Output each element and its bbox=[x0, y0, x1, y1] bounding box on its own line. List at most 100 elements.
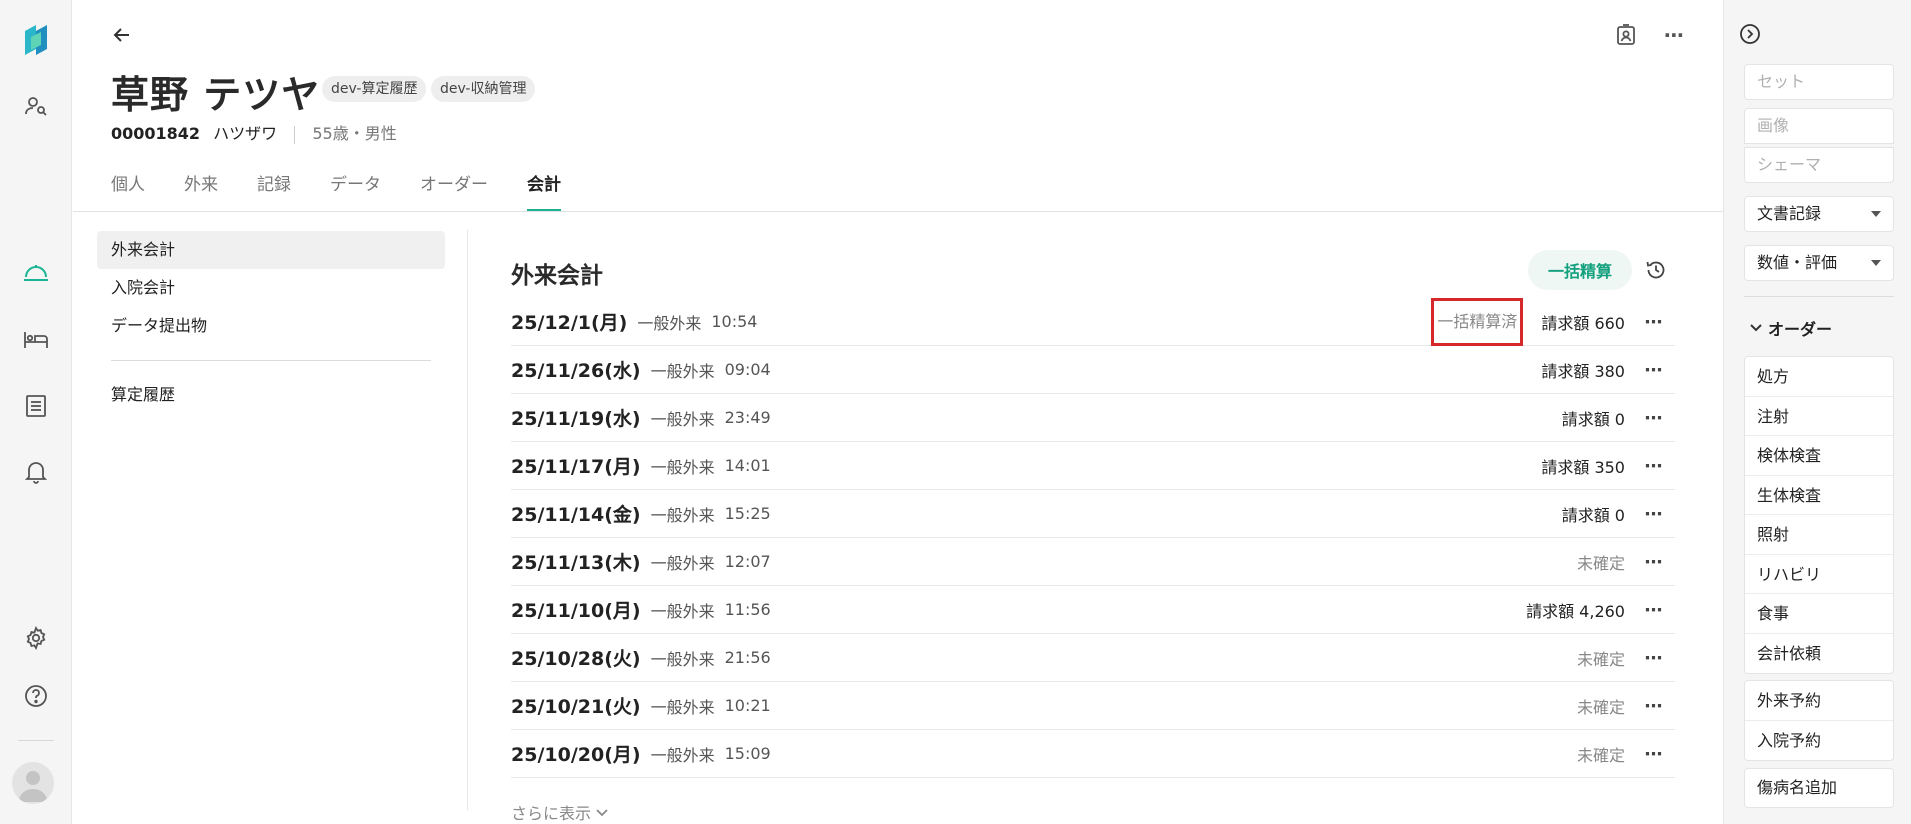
order-physiological-test[interactable]: 生体検査 bbox=[1745, 476, 1893, 515]
billing-amount: 請求額 380 bbox=[1541, 362, 1625, 381]
history-icon[interactable] bbox=[1641, 255, 1671, 285]
visit-time: 09:04 bbox=[724, 360, 771, 379]
tab-personal[interactable]: 個人 bbox=[111, 170, 145, 212]
visit-row[interactable]: 25/10/28(火) 一般外来 21:56 未確定 ⋯ bbox=[511, 634, 1675, 682]
row-more-icon[interactable]: ⋯ bbox=[1641, 550, 1665, 574]
reception-icon[interactable] bbox=[18, 254, 54, 290]
more-options-icon[interactable]: ⋯ bbox=[1659, 20, 1689, 50]
billing-amount: 請求額 350 bbox=[1541, 458, 1625, 477]
schema-button[interactable]: シェーマ bbox=[1744, 147, 1894, 183]
visit-type: 一般外来 bbox=[650, 553, 715, 573]
row-more-icon[interactable]: ⋯ bbox=[1641, 646, 1665, 670]
inpatient-reservation[interactable]: 入院予約 bbox=[1745, 721, 1893, 761]
tab-underline-divider bbox=[73, 211, 1723, 212]
order-list: 処方 注射 検体検査 生体検査 照射 リハビリ 食事 会計依頼 bbox=[1744, 356, 1894, 674]
order-irradiation[interactable]: 照射 bbox=[1745, 515, 1893, 555]
tab-order[interactable]: オーダー bbox=[420, 170, 488, 212]
row-more-icon[interactable]: ⋯ bbox=[1641, 358, 1665, 382]
subnav-inpatient-accounting[interactable]: 入院会計 bbox=[97, 269, 445, 307]
visit-date: 25/10/21(火) bbox=[511, 696, 641, 718]
reservation-list: 外来予約 入院予約 bbox=[1744, 680, 1894, 761]
billing-amount: 請求額 0 bbox=[1561, 410, 1625, 429]
visit-row[interactable]: 25/12/1(月) 一般外来 10:54 一括精算済 請求額 660 ⋯ bbox=[511, 298, 1675, 346]
order-injection[interactable]: 注射 bbox=[1745, 397, 1893, 436]
patient-tag-1: dev-算定履歴 bbox=[322, 76, 427, 102]
tab-records[interactable]: 記録 bbox=[257, 170, 291, 212]
visit-row[interactable]: 25/11/19(水) 一般外来 23:49 請求額 0 ⋯ bbox=[511, 394, 1675, 442]
patient-kana: ハツザワ bbox=[213, 124, 278, 143]
visit-row[interactable]: 25/11/10(月) 一般外来 11:56 請求額 4,260 ⋯ bbox=[511, 586, 1675, 634]
visit-type: 一般外来 bbox=[650, 649, 715, 669]
billing-amount: 請求額 660 bbox=[1541, 314, 1625, 333]
visit-type: 一般外来 bbox=[650, 745, 715, 765]
row-more-icon[interactable]: ⋯ bbox=[1641, 454, 1665, 478]
row-more-icon[interactable]: ⋯ bbox=[1641, 694, 1665, 718]
visit-type: 一般外来 bbox=[637, 313, 702, 333]
notification-bell-icon[interactable] bbox=[18, 454, 54, 490]
bulk-settled-status: 一括精算済 bbox=[1431, 298, 1524, 346]
visit-date: 25/11/10(月) bbox=[511, 600, 641, 622]
visit-date: 25/11/14(金) bbox=[511, 504, 641, 526]
document-record-label: 文書記録 bbox=[1757, 204, 1822, 223]
back-arrow-icon[interactable] bbox=[107, 20, 137, 50]
row-more-icon[interactable]: ⋯ bbox=[1641, 598, 1665, 622]
set-button[interactable]: セット bbox=[1744, 64, 1894, 100]
settings-gear-icon[interactable] bbox=[18, 620, 54, 656]
visit-time: 21:56 bbox=[724, 648, 771, 667]
tab-accounting[interactable]: 会計 bbox=[527, 170, 561, 212]
collapse-panel-icon[interactable] bbox=[1736, 20, 1764, 48]
visit-list: 25/12/1(月) 一般外来 10:54 一括精算済 請求額 660 ⋯ 25… bbox=[511, 298, 1675, 778]
contact-card-icon[interactable] bbox=[1611, 20, 1641, 50]
document-record-dropdown[interactable]: 文書記録 bbox=[1744, 196, 1894, 232]
bulk-settle-button[interactable]: 一括精算 bbox=[1528, 250, 1632, 290]
right-panel: セット 画像 シェーマ 文書記録 数値・評価 オーダー 処方 注射 検体検査 生… bbox=[1723, 0, 1911, 824]
order-meal[interactable]: 食事 bbox=[1745, 594, 1893, 634]
panel-divider bbox=[1744, 296, 1894, 297]
left-rail bbox=[0, 0, 72, 824]
visit-row[interactable]: 25/11/26(水) 一般外来 09:04 請求額 380 ⋯ bbox=[511, 346, 1675, 394]
patient-tag-2: dev-収納管理 bbox=[431, 76, 536, 102]
visit-time: 11:56 bbox=[724, 600, 771, 619]
records-list-icon[interactable] bbox=[18, 388, 54, 424]
subnav-divider bbox=[111, 360, 431, 361]
visit-row[interactable]: 25/11/17(月) 一般外来 14:01 請求額 350 ⋯ bbox=[511, 442, 1675, 490]
tab-data[interactable]: データ bbox=[330, 170, 381, 212]
visit-type: 一般外来 bbox=[650, 361, 715, 381]
visit-row[interactable]: 25/11/13(木) 一般外来 12:07 未確定 ⋯ bbox=[511, 538, 1675, 586]
subnav-calculation-history[interactable]: 算定履歴 bbox=[97, 376, 445, 414]
patient-search-icon[interactable] bbox=[18, 88, 54, 124]
app-logo-icon[interactable] bbox=[18, 24, 54, 60]
accounting-subnav: 外来会計 入院会計 データ提出物 算定履歴 bbox=[97, 231, 445, 414]
order-section-toggle[interactable]: オーダー bbox=[1750, 316, 1832, 340]
visit-type: 一般外来 bbox=[650, 601, 715, 621]
order-prescription[interactable]: 処方 bbox=[1745, 357, 1893, 397]
visit-row[interactable]: 25/10/21(火) 一般外来 10:21 未確定 ⋯ bbox=[511, 682, 1675, 730]
user-avatar[interactable] bbox=[12, 762, 54, 804]
show-more-link[interactable]: さらに表示 bbox=[511, 800, 608, 824]
visit-date: 25/10/20(月) bbox=[511, 744, 641, 766]
row-more-icon[interactable]: ⋯ bbox=[1641, 310, 1665, 334]
rail-divider bbox=[18, 740, 54, 741]
row-more-icon[interactable]: ⋯ bbox=[1641, 502, 1665, 526]
billing-unconfirmed: 未確定 bbox=[1576, 746, 1625, 765]
visit-time: 15:25 bbox=[724, 504, 771, 523]
outpatient-reservation[interactable]: 外来予約 bbox=[1745, 681, 1893, 721]
order-accounting-request[interactable]: 会計依頼 bbox=[1745, 634, 1893, 674]
subnav-outpatient-accounting[interactable]: 外来会計 bbox=[97, 231, 445, 269]
row-more-icon[interactable]: ⋯ bbox=[1641, 742, 1665, 766]
tab-outpatient[interactable]: 外来 bbox=[184, 170, 218, 212]
visit-row[interactable]: 25/11/14(金) 一般外来 15:25 請求額 0 ⋯ bbox=[511, 490, 1675, 538]
add-disease-button[interactable]: 傷病名追加 bbox=[1744, 768, 1894, 808]
visit-time: 12:07 bbox=[724, 552, 771, 571]
order-rehabilitation[interactable]: リハビリ bbox=[1745, 555, 1893, 594]
subnav-data-submission[interactable]: データ提出物 bbox=[97, 307, 445, 345]
inpatient-bed-icon[interactable] bbox=[18, 321, 54, 357]
billing-unconfirmed: 未確定 bbox=[1576, 650, 1625, 669]
visit-row[interactable]: 25/10/20(月) 一般外来 15:09 未確定 ⋯ bbox=[511, 730, 1675, 778]
order-specimen-test[interactable]: 検体検査 bbox=[1745, 436, 1893, 476]
row-more-icon[interactable]: ⋯ bbox=[1641, 406, 1665, 430]
help-question-icon[interactable] bbox=[18, 678, 54, 714]
image-button[interactable]: 画像 bbox=[1744, 108, 1894, 144]
numeric-eval-dropdown[interactable]: 数値・評価 bbox=[1744, 245, 1894, 281]
visit-date: 25/10/28(火) bbox=[511, 648, 641, 670]
